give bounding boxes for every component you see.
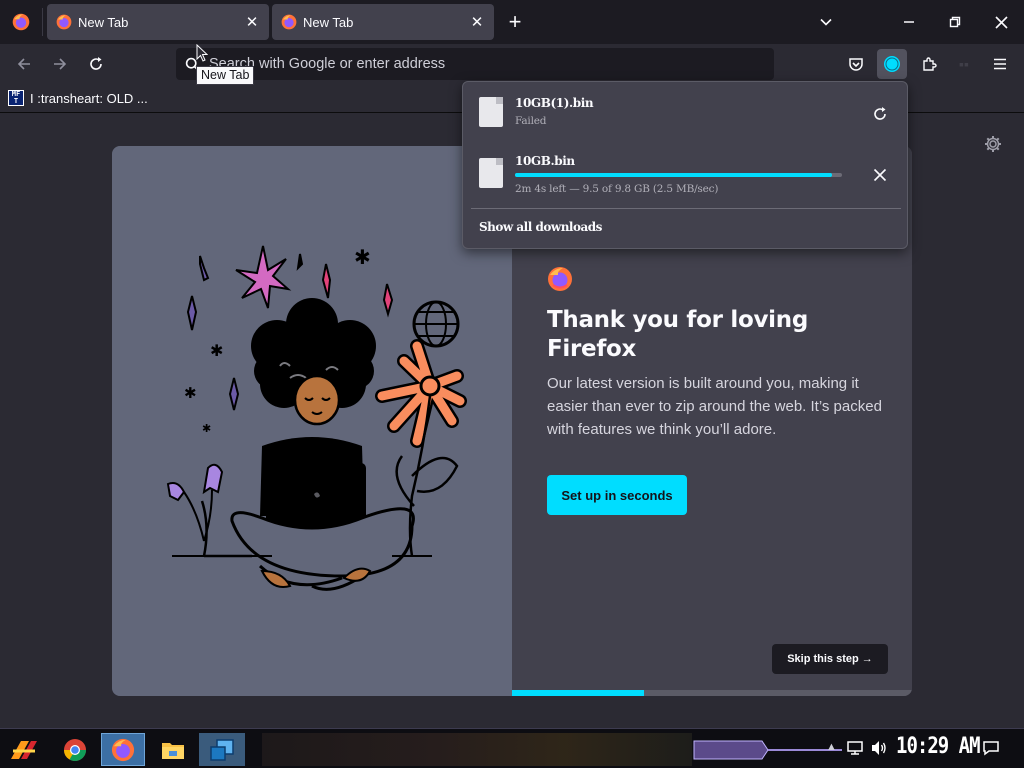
download-filename: 10GB.bin [515,154,575,168]
back-button[interactable] [10,50,38,78]
system-clock[interactable]: 10:29 AM [896,733,981,758]
download-status: Failed [515,115,547,127]
file-icon [479,158,503,188]
dots-icon: ▪▪ [959,56,969,72]
show-all-downloads-link[interactable]: Show all downloads [479,220,602,234]
download-progress-bar [515,173,842,177]
bookmark-label: I :transheart: OLD ... [30,90,148,106]
downloads-panel: 10GB(1).bin Failed 10GB.bin 2m 4s left —… [462,81,908,249]
svg-text:✱: ✱ [184,384,197,402]
start-logo-icon [11,740,37,759]
reload-button[interactable] [82,50,110,78]
taskbar-app-active[interactable] [199,733,245,766]
notifications-icon[interactable] [982,739,1000,762]
chevron-up-icon[interactable]: ▲ [826,741,837,753]
cancel-download-button[interactable] [868,163,892,187]
tab-divider [42,8,43,36]
taskbar-wallpaper-strip [262,733,692,766]
taskbar-file-explorer[interactable] [153,733,193,766]
tab-new-tab-2[interactable]: New Tab ✕ [272,4,494,40]
close-tab-icon[interactable]: ✕ [469,14,485,31]
close-window-button[interactable] [978,0,1024,44]
minimize-icon [904,21,914,23]
bellflower-icon [166,463,252,558]
navigation-toolbar: ▪▪ [0,44,1024,84]
close-tab-icon[interactable]: ✕ [244,14,260,31]
progress-fill [512,690,644,696]
firefox-icon [12,13,30,31]
start-button[interactable] [4,733,44,766]
minimize-window-button[interactable] [886,0,932,44]
forward-button[interactable] [46,50,74,78]
taskbar-chrome[interactable] [55,733,95,766]
person-with-laptop-illustration: ✱ ✱ ✱ ✱ [166,245,467,591]
bookmark-favicon-icon: MF T [8,90,24,106]
download-status: 2m 4s left — 9.5 of 9.8 GB (2.5 MB/sec) [515,183,719,195]
download-item[interactable]: 10GB(1).bin Failed [463,82,907,138]
hidden-toolbar-item[interactable]: ▪▪ [950,50,978,78]
panel-divider [471,208,901,209]
arrow-right-icon [54,58,67,70]
taskbar-decoration [692,739,842,761]
tab-label: New Tab [303,14,354,30]
welcome-headline: Thank you for loving Firefox [547,307,808,362]
chrome-icon [64,738,86,761]
hamburger-menu-icon [994,58,1006,70]
cancel-icon [873,168,887,182]
tab-label: New Tab [78,14,129,30]
folder-icon [162,742,184,759]
firefox-view-button[interactable] [6,6,36,38]
download-progress-fill [515,173,832,177]
globe-icon [412,300,460,348]
firefox-favicon-icon [281,14,297,30]
close-icon [994,15,1008,29]
retry-download-button[interactable] [868,102,892,126]
open-application-menu-button[interactable] [986,50,1014,78]
download-progress-icon [884,56,900,72]
set-up-button[interactable]: Set up in seconds [547,475,687,515]
svg-text:✱: ✱ [354,245,371,269]
downloads-button[interactable] [877,49,907,79]
window-app-icon [210,738,234,761]
tab-tooltip: New Tab [196,66,255,85]
save-to-pocket-button[interactable] [842,50,870,78]
firefox-logo-icon [548,267,572,291]
list-all-tabs-button[interactable] [812,0,840,44]
svg-text:✱: ✱ [210,341,223,360]
reload-icon [90,57,102,70]
tab-new-tab-1[interactable]: New Tab ✕ [47,4,269,40]
taskbar-firefox[interactable] [101,733,145,766]
welcome-body-text: Our latest version is built around you, … [547,375,882,438]
svg-text:✱: ✱ [202,422,211,435]
firefox-icon [111,738,135,761]
pocket-icon [849,58,863,71]
onboarding-step-progress [512,690,912,696]
volume-icon[interactable] [870,739,888,762]
arrow-left-icon [17,58,30,70]
restore-icon [949,16,961,28]
new-tab-button[interactable]: + [500,0,530,44]
bookmark-item[interactable]: MF T I :transheart: OLD ... [8,88,148,108]
download-filename: 10GB(1).bin [515,96,594,110]
extensions-button[interactable] [915,50,943,78]
settings-gear-icon[interactable] [983,134,1003,154]
tab-strip: New Tab ✕ New Tab ✕ + [0,0,1024,44]
taskbar: ▲ 10:29 AM [0,728,1024,768]
plus-icon: + [508,9,522,34]
retry-icon [874,107,886,120]
url-input[interactable] [209,56,774,72]
chevron-down-icon [820,18,832,26]
file-icon [479,97,503,127]
welcome-illustration: ✱ ✱ ✱ ✱ [112,146,512,696]
download-item[interactable]: 10GB.bin 2m 4s left — 9.5 of 9.8 GB (2.5… [463,140,907,196]
firefox-favicon-icon [56,14,72,30]
skip-step-button[interactable]: Skip this step → [772,644,888,674]
restore-window-button[interactable] [932,0,978,44]
mouse-cursor-icon [196,44,208,62]
address-bar[interactable] [176,48,774,80]
network-icon[interactable] [846,739,864,762]
puzzle-piece-icon [923,57,937,71]
